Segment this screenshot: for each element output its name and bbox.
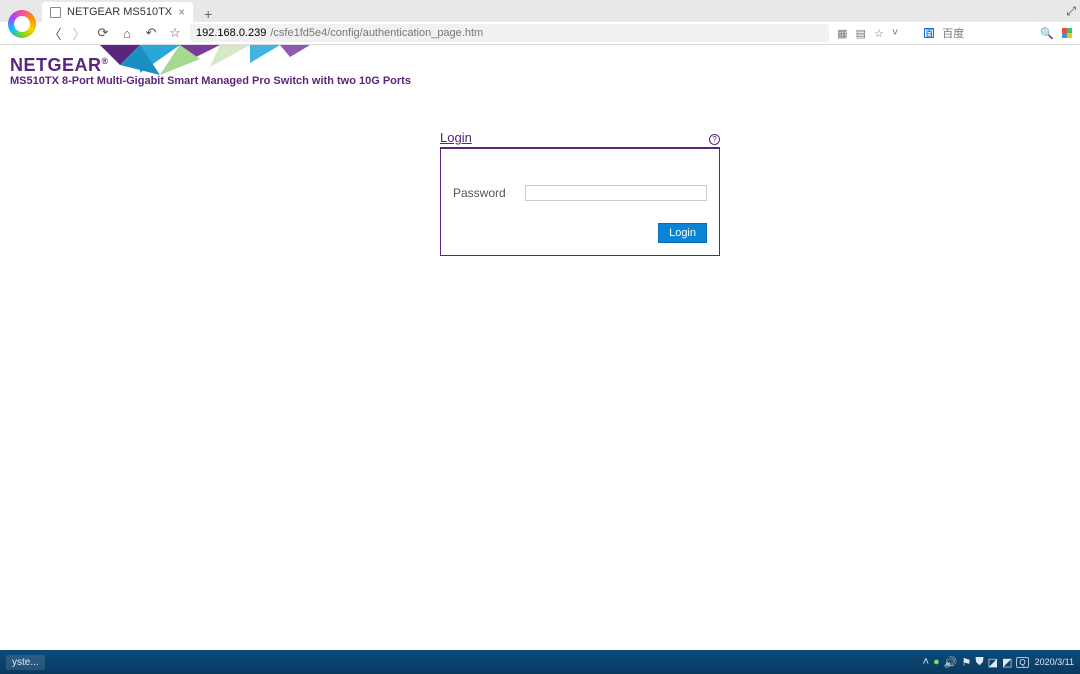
tray-shield-icon[interactable]: ⛊	[975, 656, 983, 669]
search-icon[interactable]: 🔍	[1040, 27, 1054, 40]
url-host: 192.168.0.239	[196, 27, 266, 39]
system-tray: ˄ ● 🔊 ⚑ ⛊ ◪ ◩ Q 2020/3/11	[923, 656, 1074, 669]
nav-bar: 〈 〉 ⟳ ⌂ ↶ ☆ 192.168.0.239/csfe1fd5e4/con…	[0, 22, 1080, 45]
password-label: Password	[453, 186, 511, 200]
tray-network-icon[interactable]: ⚑	[961, 656, 971, 669]
bookmark-star-icon[interactable]: ☆	[168, 25, 182, 41]
qr-icon[interactable]: ▦	[837, 27, 847, 40]
reload-icon[interactable]: ⟳	[96, 25, 110, 41]
tab-title: NETGEAR MS510TX	[67, 6, 172, 18]
tray-status-icon[interactable]: ●	[933, 656, 940, 668]
url-path: /csfe1fd5e4/config/authentication_page.h…	[270, 27, 483, 39]
url-box[interactable]: 192.168.0.239/csfe1fd5e4/config/authenti…	[190, 24, 829, 42]
nav-buttons: 〈 〉 ⟳ ⌂ ↶ ☆	[48, 24, 182, 43]
login-title-row: Login ?	[440, 130, 720, 149]
page-icon	[50, 7, 61, 18]
taskbar-date[interactable]: 2020/3/11	[1035, 658, 1074, 667]
new-tab-button[interactable]: +	[199, 6, 217, 22]
page-header: NETGEAR® MS510TX 8-Port Multi-Gigabit Sm…	[0, 45, 1080, 93]
star-icon[interactable]: ☆	[874, 27, 884, 40]
tray-q-icon[interactable]: Q	[1016, 657, 1028, 668]
login-panel: Login ? Password Login	[440, 130, 720, 256]
toolbar-right: ▦ ▤ ☆ ˅ 百 百度 🔍	[837, 25, 1072, 41]
tab-bar: NETGEAR MS510TX × +	[0, 0, 1080, 22]
browser-tab[interactable]: NETGEAR MS510TX ×	[42, 2, 193, 22]
tray-chevron-up-icon[interactable]: ˄	[923, 656, 929, 668]
browser-logo-icon[interactable]	[8, 10, 36, 38]
search-provider-icon[interactable]: 百	[924, 28, 934, 38]
tray-icons: ˄ ● 🔊 ⚑ ⛊ ◪ ◩ Q	[923, 656, 1029, 669]
home-icon[interactable]: ⌂	[120, 26, 134, 41]
close-tab-icon[interactable]: ×	[178, 5, 185, 19]
search-provider-label[interactable]: 百度	[942, 25, 964, 41]
reader-icon[interactable]: ▤	[856, 27, 866, 40]
help-icon[interactable]: ?	[709, 134, 720, 145]
password-row: Password	[453, 185, 707, 201]
login-title: Login	[440, 130, 472, 145]
tray-volume-icon[interactable]: 🔊	[944, 656, 958, 669]
brand-logo: NETGEAR®	[10, 55, 109, 76]
password-input[interactable]	[525, 185, 707, 201]
apps-icon[interactable]	[1062, 28, 1072, 38]
browser-chrome: ⤢ NETGEAR MS510TX × + 〈 〉 ⟳ ⌂ ↶ ☆ 192.16…	[0, 0, 1080, 45]
undo-icon[interactable]: ↶	[144, 25, 158, 41]
login-box: Password Login	[440, 149, 720, 256]
taskbar-app-item[interactable]: yste...	[6, 655, 45, 670]
tray-app2-icon[interactable]: ◩	[1002, 656, 1012, 669]
product-subtitle: MS510TX 8-Port Multi-Gigabit Smart Manag…	[10, 75, 411, 87]
taskbar: yste... ˄ ● 🔊 ⚑ ⛊ ◪ ◩ Q 2020/3/11	[0, 650, 1080, 674]
tray-app1-icon[interactable]: ◪	[988, 656, 998, 669]
chevron-down-icon[interactable]: ˅	[892, 27, 898, 39]
back-icon[interactable]: 〈	[48, 24, 62, 43]
brand: NETGEAR®	[10, 55, 109, 76]
login-button[interactable]: Login	[658, 223, 707, 243]
forward-icon[interactable]: 〉	[72, 24, 86, 43]
